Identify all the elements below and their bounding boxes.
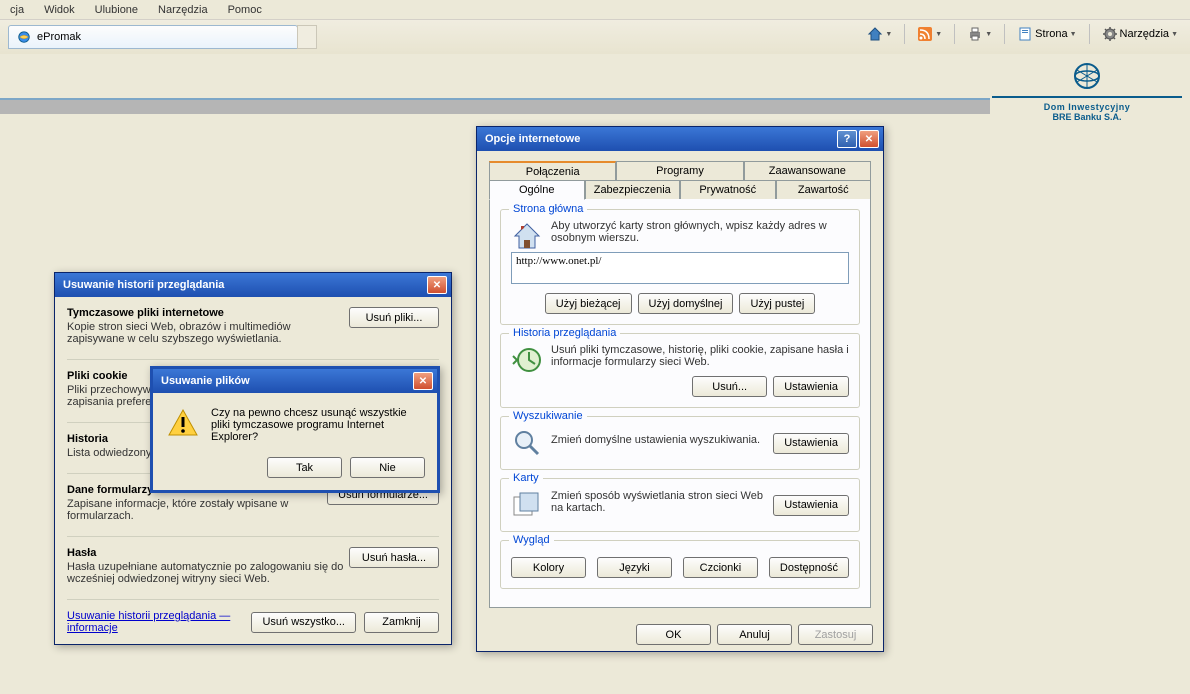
titlebar[interactable]: Usuwanie historii przeglądania ✕	[55, 273, 451, 297]
ie-icon	[17, 30, 31, 44]
chevron-down-icon: ▼	[1171, 31, 1178, 38]
section-title: Hasła	[67, 547, 349, 559]
delete-files-button[interactable]: Usuń pliki...	[349, 307, 439, 328]
print-button[interactable]: ▼	[963, 24, 996, 44]
chevron-down-icon: ▼	[1070, 31, 1077, 38]
confirm-delete-dialog: Usuwanie plików ✕ Czy na pewno chcesz us…	[150, 366, 440, 493]
cancel-button[interactable]: Anuluj	[717, 624, 792, 645]
ok-button[interactable]: OK	[636, 624, 711, 645]
fieldset-legend: Karty	[509, 472, 543, 484]
tabs-icon	[511, 489, 543, 521]
brand-line2: BRE Banku S.A.	[992, 112, 1182, 122]
content: Dom Inwestycyjny BRE Banku S.A. Usuwanie…	[0, 54, 1190, 694]
use-blank-button[interactable]: Użyj pustej	[739, 293, 815, 314]
search-icon	[511, 427, 543, 459]
tools-menu[interactable]: Narzędzia ▼	[1098, 24, 1182, 44]
dialog-title: Usuwanie historii przeglądania	[59, 279, 425, 291]
tab-bar: ePromak ▼ ▼ ▼ Strona ▼ Narzędzia ▼	[0, 20, 1190, 54]
apply-button[interactable]: Zastosuj	[798, 624, 873, 645]
close-icon[interactable]: ✕	[413, 372, 433, 390]
home-icon	[511, 220, 543, 252]
delete-all-button[interactable]: Usuń wszystko...	[251, 612, 356, 633]
about-link[interactable]: Usuwanie historii przeglądania — informa…	[67, 610, 243, 634]
fieldset-legend: Wyszukiwanie	[509, 410, 587, 422]
home-button[interactable]: ▼	[863, 24, 896, 44]
brand-logo-icon	[1071, 60, 1103, 92]
home-desc: Aby utworzyć karty stron głównych, wpisz…	[551, 220, 849, 244]
tabs-settings-button[interactable]: Ustawienia	[773, 495, 849, 516]
tab-title: ePromak	[37, 31, 81, 43]
tab-connections[interactable]: Połączenia	[489, 161, 616, 181]
tab-programs[interactable]: Programy	[616, 161, 743, 181]
delete-passwords-button[interactable]: Usuń hasła...	[349, 547, 439, 568]
accessibility-button[interactable]: Dostępność	[769, 557, 849, 578]
chevron-down-icon: ▼	[985, 31, 992, 38]
browser-tab[interactable]: ePromak	[8, 25, 298, 49]
page-label: Strona	[1035, 28, 1067, 40]
languages-button[interactable]: Języki	[597, 557, 672, 578]
menubar: cja Widok Ulubione Narzędzia Pomoc	[0, 0, 1190, 20]
menu-item[interactable]: Widok	[38, 2, 81, 18]
tab-general[interactable]: Ogólne	[489, 180, 585, 200]
chevron-down-icon: ▼	[935, 31, 942, 38]
close-icon[interactable]: ✕	[427, 276, 447, 294]
tab-content[interactable]: Zawartość	[776, 180, 872, 199]
page-menu[interactable]: Strona ▼	[1013, 24, 1080, 44]
chevron-down-icon: ▼	[885, 31, 892, 38]
fieldset-legend: Strona główna	[509, 203, 587, 215]
confirm-message: Czy na pewno chcesz usunąć wszystkie pli…	[211, 407, 423, 443]
warning-icon	[167, 407, 199, 439]
browsing-desc: Usuń pliki tymczasowe, historię, pliki c…	[551, 344, 849, 368]
internet-options-dialog: Opcje internetowe ? ✕ Połączenia Program…	[476, 126, 884, 652]
fonts-button[interactable]: Czcionki	[683, 557, 758, 578]
tab-security[interactable]: Zabezpieczenia	[585, 180, 681, 199]
menu-item[interactable]: cja	[4, 2, 30, 18]
use-default-button[interactable]: Użyj domyślnej	[638, 293, 734, 314]
yes-button[interactable]: Tak	[267, 457, 342, 478]
history-icon	[511, 344, 543, 376]
fieldset-legend: Wygląd	[509, 534, 554, 546]
search-settings-button[interactable]: Ustawienia	[773, 433, 849, 454]
tabs-desc: Zmień sposób wyświetlania stron sieci We…	[551, 490, 773, 514]
tools-label: Narzędzia	[1120, 28, 1170, 40]
homepage-input[interactable]	[511, 252, 849, 284]
brand-line1: Dom Inwestycyjny	[992, 102, 1182, 112]
delete-button[interactable]: Usuń...	[692, 376, 767, 397]
toolbar: ▼ ▼ ▼ Strona ▼ Narzędzia ▼	[863, 24, 1182, 44]
close-icon[interactable]: ✕	[859, 130, 879, 148]
section-title: Tymczasowe pliki internetowe	[67, 307, 349, 319]
fieldset-legend: Historia przeglądania	[509, 327, 620, 339]
section-desc: Kopie stron sieci Web, obrazów i multime…	[67, 321, 349, 345]
titlebar[interactable]: Usuwanie plików ✕	[153, 369, 437, 393]
search-desc: Zmień domyślne ustawienia wyszukiwania.	[551, 434, 773, 446]
brand-box: Dom Inwestycyjny BRE Banku S.A.	[992, 60, 1182, 122]
feeds-button[interactable]: ▼	[913, 24, 946, 44]
help-icon[interactable]: ?	[837, 130, 857, 148]
no-button[interactable]: Nie	[350, 457, 425, 478]
tab-advanced[interactable]: Zaawansowane	[744, 161, 871, 181]
section-desc: Hasła uzupełniane automatycznie po zalog…	[67, 561, 349, 585]
menu-item[interactable]: Ulubione	[89, 2, 144, 18]
dialog-title: Usuwanie plików	[157, 375, 411, 387]
colors-button[interactable]: Kolory	[511, 557, 586, 578]
new-tab-button[interactable]	[297, 25, 317, 49]
titlebar[interactable]: Opcje internetowe ? ✕	[477, 127, 883, 151]
menu-item[interactable]: Pomoc	[222, 2, 268, 18]
section-desc: Zapisane informacje, które zostały wpisa…	[67, 498, 327, 522]
tab-privacy[interactable]: Prywatność	[680, 180, 776, 199]
dialog-title: Opcje internetowe	[481, 133, 835, 145]
close-button[interactable]: Zamknij	[364, 612, 439, 633]
menu-item[interactable]: Narzędzia	[152, 2, 214, 18]
use-current-button[interactable]: Użyj bieżącej	[545, 293, 632, 314]
settings-button[interactable]: Ustawienia	[773, 376, 849, 397]
